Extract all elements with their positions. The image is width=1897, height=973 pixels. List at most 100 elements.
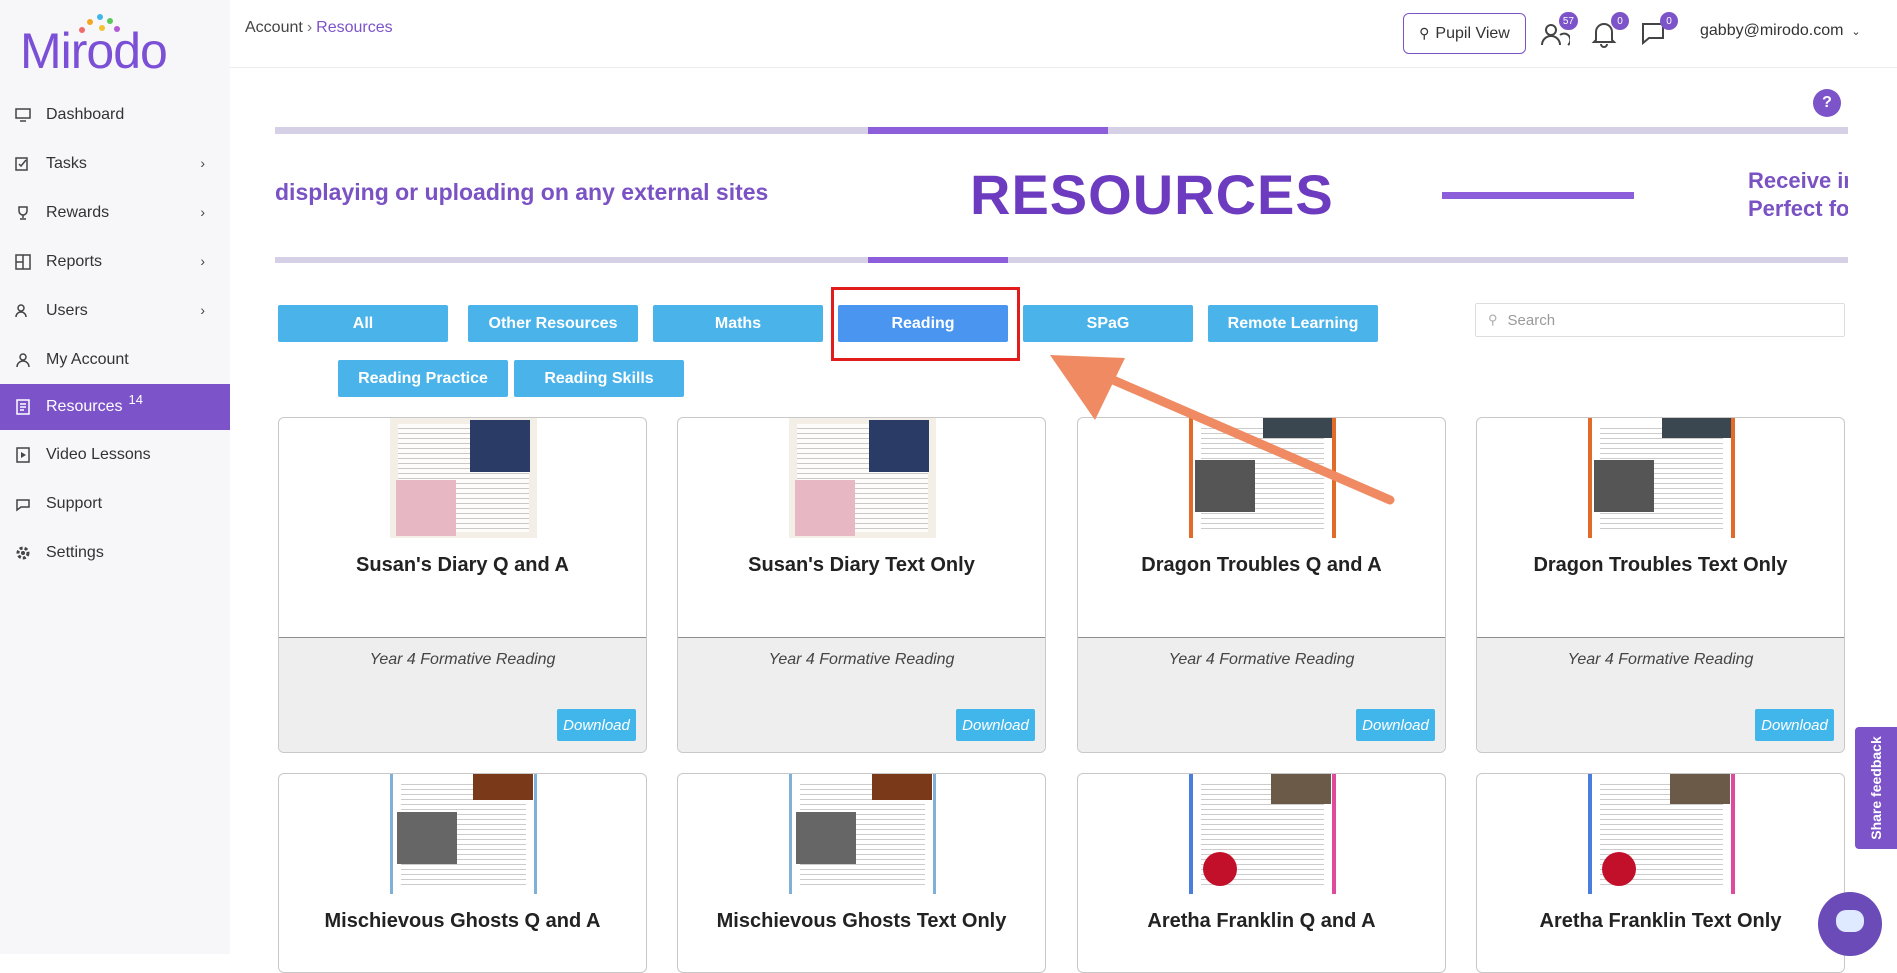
pupil-view-label: Pupil View: [1435, 24, 1510, 42]
chat-bubble-icon[interactable]: [1818, 892, 1882, 956]
resource-card[interactable]: Susan's Diary Q and A Year 4 Formative R…: [278, 417, 647, 753]
notifications-button[interactable]: 0: [1591, 12, 1629, 50]
card-thumbnail: [390, 774, 537, 894]
resource-card[interactable]: Mischievous Ghosts Q and A: [278, 773, 647, 973]
resources-count-badge: 14: [128, 391, 143, 407]
filter-reading-skills-button[interactable]: Reading Skills: [514, 360, 684, 397]
banner-bottom-bar: [275, 257, 1848, 263]
sidebar-item-label: Rewards: [46, 203, 110, 221]
chevron-right-icon: ›: [200, 204, 205, 220]
card-subtitle: Year 4 Formative Reading: [768, 651, 955, 668]
card-thumbnail: [1588, 774, 1735, 894]
card-thumbnail: [1588, 418, 1735, 538]
card-title: Dragon Troubles Text Only: [1533, 554, 1788, 576]
sidebar-item-label: Dashboard: [46, 105, 125, 123]
card-footer: Year 4 Formative Reading Download: [1078, 637, 1445, 752]
sidebar-item-label: Reports: [46, 252, 103, 270]
download-button[interactable]: Download: [557, 709, 636, 741]
filter-all-button[interactable]: All: [278, 305, 448, 342]
sidebar-item-reports[interactable]: Reports ›: [0, 237, 230, 286]
share-feedback-button[interactable]: Share feedback: [1855, 727, 1897, 849]
card-title: Aretha Franklin Q and A: [1147, 910, 1376, 932]
sidebar-item-label: Tasks: [46, 154, 87, 172]
sidebar-item-video-lessons[interactable]: Video Lessons: [0, 430, 230, 479]
card-thumbnail: [789, 774, 936, 894]
filter-reading-practice-button[interactable]: Reading Practice: [338, 360, 508, 397]
video-icon: [14, 446, 32, 464]
logo-text: Mirodo: [20, 23, 168, 79]
card-subtitle: Year 4 Formative Reading: [369, 651, 556, 668]
reports-icon: [14, 253, 32, 271]
breadcrumb-parent-link[interactable]: Account: [245, 19, 303, 36]
pupil-view-button[interactable]: ⚲ Pupil View: [1403, 13, 1526, 54]
users-top-button[interactable]: 57: [1540, 12, 1578, 50]
sidebar-item-label: Video Lessons: [46, 445, 151, 463]
card-title: Mischievous Ghosts Text Only: [716, 910, 1007, 932]
card-subtitle: Year 4 Formative Reading: [1168, 651, 1355, 668]
sidebar-item-support[interactable]: Support: [0, 479, 230, 528]
chevron-down-icon: ⌄: [1851, 26, 1861, 38]
monitor-icon: [14, 106, 32, 124]
resource-card[interactable]: Dragon Troubles Text Only Year 4 Formati…: [1476, 417, 1845, 753]
download-button[interactable]: Download: [1356, 709, 1435, 741]
sidebar-item-users[interactable]: Users ›: [0, 286, 230, 335]
resources-icon: [14, 398, 32, 416]
card-subtitle: Year 4 Formative Reading: [1567, 651, 1754, 668]
sidebar: Mirodo Dashboard Tasks › Rewards › Repor…: [0, 0, 230, 954]
card-footer: Year 4 Formative Reading Download: [1477, 637, 1844, 752]
sidebar-item-resources[interactable]: Resources 14: [0, 384, 230, 430]
card-title: Aretha Franklin Text Only: [1539, 910, 1782, 932]
notifications-count-badge: 0: [1611, 12, 1629, 30]
breadcrumb-current: Resources: [316, 19, 393, 36]
resource-card[interactable]: Aretha Franklin Text Only: [1476, 773, 1845, 973]
card-title: Mischievous Ghosts Q and A: [324, 910, 601, 932]
download-button[interactable]: Download: [1755, 709, 1834, 741]
search-input[interactable]: ⚲ Search: [1475, 303, 1845, 337]
sidebar-item-rewards[interactable]: Rewards ›: [0, 188, 230, 237]
help-button[interactable]: ?: [1813, 89, 1841, 117]
reading-highlight-box: [831, 287, 1020, 361]
card-thumbnail: [390, 418, 537, 538]
filter-spag-button[interactable]: SPaG: [1023, 305, 1193, 342]
users-count-badge: 57: [1558, 12, 1578, 30]
banner-right-line-2: Perfect fo: [1748, 196, 1848, 221]
banner-left-text: displaying or uploading on any external …: [275, 179, 769, 205]
sidebar-item-dashboard[interactable]: Dashboard: [0, 90, 230, 139]
filter-remote-learning-button[interactable]: Remote Learning: [1208, 305, 1378, 342]
mirodo-logo[interactable]: Mirodo: [20, 12, 180, 79]
sidebar-item-label: Resources: [46, 398, 123, 415]
sidebar-nav: Dashboard Tasks › Rewards › Reports › Us…: [0, 90, 230, 577]
users-icon: [14, 302, 32, 320]
sidebar-item-tasks[interactable]: Tasks ›: [0, 139, 230, 188]
resources-banner: displaying or uploading on any external …: [275, 127, 1848, 264]
user-email: gabby@mirodo.com: [1700, 22, 1844, 39]
resource-card[interactable]: Aretha Franklin Q and A: [1077, 773, 1446, 973]
search-user-icon: ⚲: [1419, 25, 1430, 41]
card-title: Susan's Diary Text Only: [748, 554, 975, 576]
support-icon: [14, 495, 32, 513]
resource-card[interactable]: Mischievous Ghosts Text Only: [677, 773, 1046, 973]
card-thumbnail: [789, 418, 936, 538]
tasks-icon: [14, 155, 32, 173]
sidebar-item-label: Support: [46, 494, 103, 512]
banner-right-line-1: Receive ir: [1748, 168, 1848, 193]
filter-maths-button[interactable]: Maths: [653, 305, 823, 342]
download-button[interactable]: Download: [956, 709, 1035, 741]
chevron-right-icon: ›: [200, 302, 205, 318]
search-icon: ⚲: [1488, 312, 1498, 327]
banner-title: RESOURCES: [970, 163, 1334, 226]
filter-other-resources-button[interactable]: Other Resources: [468, 305, 638, 342]
card-title: Dragon Troubles Q and A: [1141, 554, 1382, 576]
breadcrumb: Account › Resources: [245, 19, 393, 37]
messages-button[interactable]: 0: [1640, 12, 1678, 50]
search-placeholder: Search: [1507, 311, 1556, 329]
annotation-arrow-icon: [1050, 355, 1395, 505]
card-footer: Year 4 Formative Reading Download: [678, 637, 1045, 752]
resource-card[interactable]: Susan's Diary Text Only Year 4 Formative…: [677, 417, 1046, 753]
sidebar-item-my-account[interactable]: My Account: [0, 335, 230, 384]
user-menu[interactable]: gabby@mirodo.com ⌄: [1700, 22, 1861, 40]
sidebar-item-settings[interactable]: Settings: [0, 528, 230, 577]
gear-icon: [14, 544, 32, 562]
card-title: Susan's Diary Q and A: [356, 554, 569, 576]
banner-right-text: Receive ir Perfect fo: [1748, 167, 1848, 223]
